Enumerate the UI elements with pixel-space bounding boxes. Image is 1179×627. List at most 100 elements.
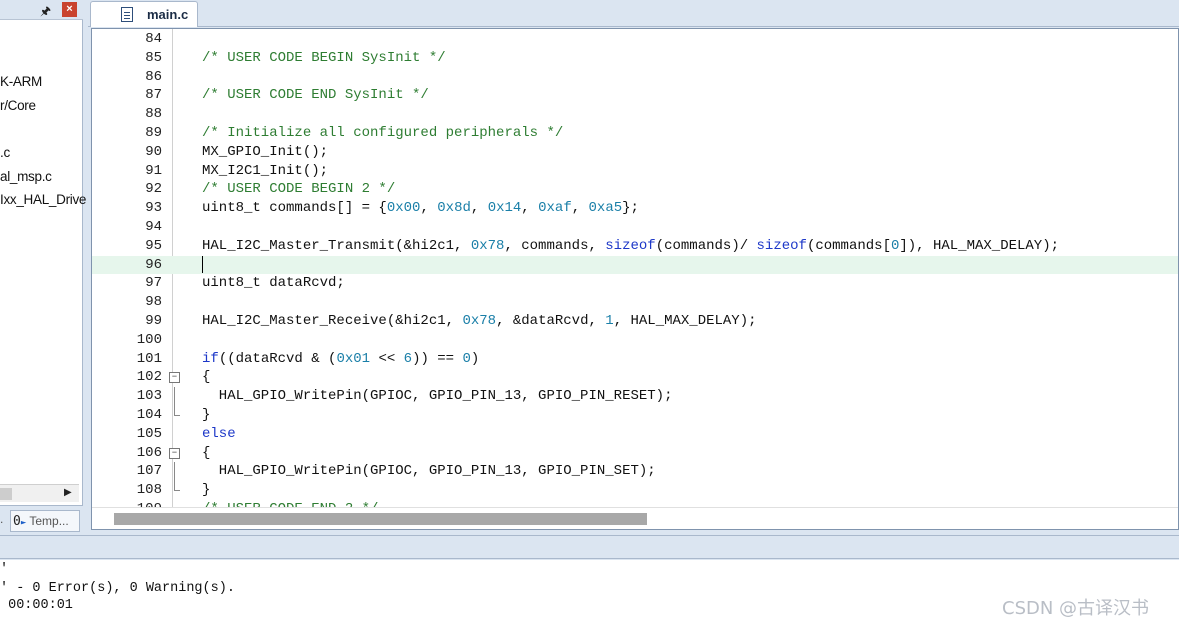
line-number: 98 xyxy=(145,294,162,311)
tab-main-c[interactable]: main.c xyxy=(90,1,198,27)
line-number: 92 xyxy=(145,181,162,198)
code-token: ((dataRcvd & ( xyxy=(218,350,337,367)
code-token: uint8_t dataRcvd; xyxy=(202,275,345,292)
project-horizontal-scrollbar[interactable]: ▶ xyxy=(0,484,79,502)
scrollbar-thumb[interactable] xyxy=(0,488,12,500)
tree-item[interactable]: Ixx_HAL_Drive xyxy=(0,192,86,207)
code-text: else xyxy=(202,425,236,444)
code-token: HAL_GPIO_WritePin(GPIOC, GPIO_PIN_13, GP… xyxy=(202,463,656,480)
scroll-right-icon[interactable]: ▶ xyxy=(64,487,72,498)
line-number: 87 xyxy=(145,87,162,104)
fold-toggle-icon[interactable]: − xyxy=(169,447,180,459)
code-line[interactable]: 97 uint8_t dataRcvd; xyxy=(92,274,1178,293)
tab-separator: . xyxy=(0,512,4,526)
line-number: 99 xyxy=(145,313,162,329)
code-number: 6 xyxy=(403,350,413,367)
line-number: 100 xyxy=(136,331,162,348)
code-line[interactable]: 94 xyxy=(92,218,1178,237)
code-text: HAL_GPIO_WritePin(GPIOC, GPIO_PIN_13, GP… xyxy=(202,387,673,406)
code-line[interactable]: 99 HAL_I2C_Master_Receive(&hi2c1, 0x78, &… xyxy=(92,312,1178,331)
code-token: )) == xyxy=(412,350,463,367)
output-line: ' xyxy=(0,562,9,577)
code-text: HAL_GPIO_WritePin(GPIOC, GPIO_PIN_13, GP… xyxy=(202,462,656,481)
code-line[interactable]: 100 xyxy=(92,331,1178,350)
code-token: }; xyxy=(622,200,639,217)
project-panel-header: 🖈 × xyxy=(0,0,83,20)
file-icon xyxy=(121,7,133,22)
code-token: ]), HAL_MAX_DELAY); xyxy=(899,237,1060,254)
tab-templates[interactable]: 0► Temp... xyxy=(10,510,80,532)
tree-item[interactable]: r/Core xyxy=(0,98,36,113)
code-text: MX_I2C1_Init(); xyxy=(202,162,328,181)
code-token: MX_GPIO_Init(); xyxy=(202,143,329,160)
code-line[interactable]: 101 if((dataRcvd & (0x01 << 6)) == 0) xyxy=(92,350,1178,369)
line-number: 94 xyxy=(145,219,162,235)
ide-window: 🖈 × K-ARM r/Core .c al_msp.c Ixx_HAL_Dri… xyxy=(0,0,1179,627)
code-text: if((dataRcvd & (0x01 << 6)) == 0) xyxy=(202,350,479,369)
code-line[interactable]: 91 MX_I2C1_Init(); xyxy=(92,162,1178,181)
code-number: 0xa5 xyxy=(588,200,623,217)
code-line[interactable]: 88 xyxy=(92,105,1178,124)
code-line[interactable]: 105 else xyxy=(92,425,1178,444)
code-line[interactable]: 89 /* Initialize all configured periphera… xyxy=(92,124,1178,143)
code-editor[interactable]: 84 85 /* USER CODE BEGIN SysInit */ 86 87 /* … xyxy=(91,28,1179,530)
code-text: /* Initialize all configured peripherals… xyxy=(202,124,563,143)
code-line[interactable]: 104} xyxy=(92,406,1178,425)
editor-horizontal-scrollbar[interactable] xyxy=(92,507,1178,529)
line-number: 90 xyxy=(145,143,162,160)
code-token: HAL_GPIO_WritePin(GPIOC, GPIO_PIN_13, GP… xyxy=(202,388,673,405)
code-text: HAL_I2C_Master_Receive(&hi2c1, 0x78, &da… xyxy=(202,312,757,331)
code-token: } xyxy=(202,482,211,499)
code-line[interactable]: 92 /* USER CODE BEGIN 2 */ xyxy=(92,180,1178,199)
project-panel: 🖈 × K-ARM r/Core .c al_msp.c Ixx_HAL_Dri… xyxy=(0,0,86,535)
code-line[interactable]: 107 HAL_GPIO_WritePin(GPIOC, GPIO_PIN_13… xyxy=(92,462,1178,482)
code-text: { xyxy=(202,368,210,387)
code-comment: /* USER CODE END SysInit */ xyxy=(202,87,429,104)
code-token: , &dataRcvd, xyxy=(496,313,606,329)
code-line[interactable]: 93 uint8_t commands[] = {0x00, 0x8d, 0x14… xyxy=(92,199,1178,218)
code-text: } xyxy=(202,406,210,425)
tree-item[interactable]: K-ARM xyxy=(0,74,42,89)
fold-guide xyxy=(174,462,175,482)
code-line[interactable]: 85 /* USER CODE BEGIN SysInit */ xyxy=(92,49,1178,68)
code-line[interactable]: 96 xyxy=(92,255,1178,275)
code-area[interactable]: 84 85 /* USER CODE BEGIN SysInit */ 86 87 /* … xyxy=(92,29,1178,517)
tree-item[interactable]: .c xyxy=(0,145,10,160)
code-text: } xyxy=(202,481,210,500)
line-number: 107 xyxy=(136,463,162,480)
code-token: HAL_I2C_Master_Receive(&hi2c1, xyxy=(202,313,463,329)
code-line[interactable]: 106− { xyxy=(92,444,1178,463)
code-line[interactable]: 95 HAL_I2C_Master_Transmit(&hi2c1, 0x78, … xyxy=(92,237,1178,256)
close-icon[interactable]: × xyxy=(62,2,77,17)
code-line[interactable]: 86 xyxy=(92,68,1178,87)
code-token: MX_I2C1_Init(); xyxy=(202,162,329,179)
code-line[interactable]: 84 xyxy=(92,30,1178,49)
tree-item[interactable]: al_msp.c xyxy=(0,169,52,184)
code-text: HAL_I2C_Master_Transmit(&hi2c1, 0x78, co… xyxy=(202,237,1059,256)
code-line[interactable]: 87 /* USER CODE END SysInit */ xyxy=(92,86,1178,105)
pin-icon[interactable]: 🖈 xyxy=(40,2,51,23)
scrollbar-thumb[interactable] xyxy=(114,513,647,525)
code-number: 0x00 xyxy=(386,200,421,217)
fold-toggle-icon[interactable]: − xyxy=(169,372,180,384)
code-token: , xyxy=(420,200,438,217)
code-line[interactable]: 102− { xyxy=(92,368,1178,387)
code-line[interactable]: 90 MX_GPIO_Init(); xyxy=(92,143,1178,162)
line-number: 97 xyxy=(145,275,162,292)
output-line: ' - 0 Error(s), 0 Warning(s). xyxy=(0,581,235,596)
code-token: { xyxy=(202,444,211,461)
panel-splitter[interactable] xyxy=(0,535,1179,559)
code-text: /* USER CODE END SysInit */ xyxy=(202,86,429,105)
code-line[interactable]: 108} xyxy=(92,481,1178,500)
code-number: 0xaf xyxy=(538,200,572,217)
code-token: , xyxy=(571,200,589,217)
code-line[interactable]: 98 xyxy=(92,293,1178,312)
code-token: , xyxy=(470,200,488,217)
code-token: (commands[ xyxy=(806,237,891,254)
project-panel-tabs: . 0► Temp... xyxy=(0,505,83,535)
code-line[interactable]: 103 HAL_GPIO_WritePin(GPIOC, GPIO_PIN_13… xyxy=(92,387,1178,407)
code-number: 0x01 xyxy=(336,350,371,367)
line-number: 104 xyxy=(136,407,162,423)
code-keyword: sizeof xyxy=(756,237,807,254)
fold-end-guide xyxy=(174,406,180,416)
